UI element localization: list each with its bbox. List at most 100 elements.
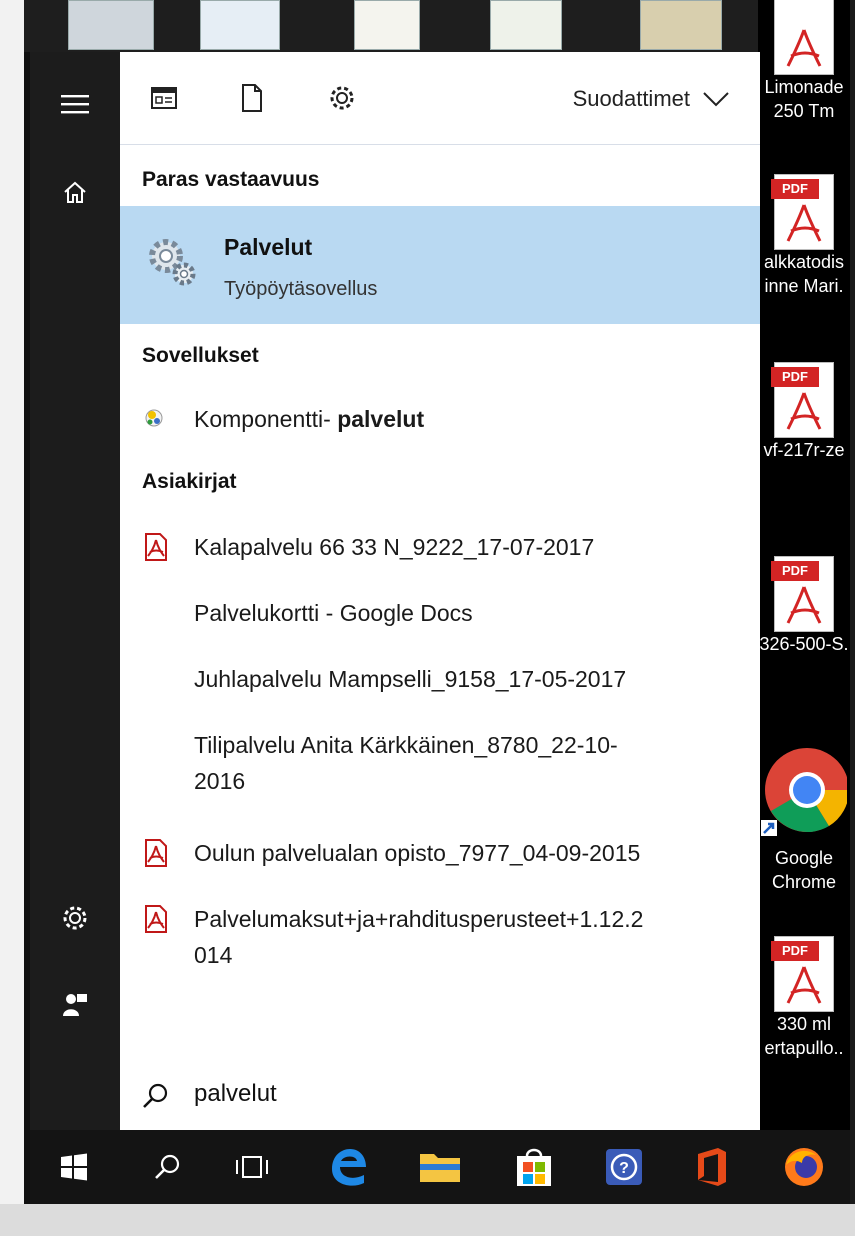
hamburger-icon <box>61 95 89 114</box>
pdf-file-icon: PDF <box>771 556 834 632</box>
desktop-thumbnail[interactable] <box>68 0 154 50</box>
start-button[interactable] <box>48 1142 100 1192</box>
document-title: Palvelumaksut+ja+rahditusperusteet+1.12.… <box>194 906 644 932</box>
store-icon <box>517 1148 551 1186</box>
document-title-continued: 014 <box>194 942 233 968</box>
search-box[interactable]: palvelut <box>120 1058 760 1130</box>
best-match-heading: Paras vastaavuus <box>142 168 320 191</box>
help-taskbar-button[interactable]: ? <box>598 1142 650 1192</box>
svg-text:?: ? <box>619 1160 629 1177</box>
task-view-button[interactable] <box>226 1142 278 1192</box>
app-result-label: Komponentti- palvelut <box>194 402 744 436</box>
edge-icon <box>332 1149 366 1186</box>
file-explorer-taskbar-button[interactable] <box>414 1142 466 1192</box>
search-input[interactable]: palvelut <box>194 1080 277 1108</box>
document-result-item[interactable]: Oulun palvelualan opisto_7977_04-09-2015 <box>120 832 760 876</box>
gear-icon <box>330 86 354 110</box>
best-match-title: Palvelut <box>224 234 313 260</box>
window-frame-right <box>850 0 855 1236</box>
search-taskbar-button[interactable] <box>142 1142 194 1192</box>
filters-dropdown[interactable]: Suodattimet <box>573 86 730 112</box>
acrobat-icon <box>786 392 822 430</box>
services-gears-icon <box>149 239 196 286</box>
home-icon <box>64 181 86 203</box>
gear-icon <box>63 906 87 930</box>
desktop-icon-label: inne Mari. <box>764 276 844 296</box>
filters-label: Suodattimet <box>572 86 690 111</box>
pdf-file-icon: PDF <box>771 936 834 1012</box>
apps-heading: Sovellukset <box>142 344 259 367</box>
documents-filter-button[interactable] <box>232 78 272 118</box>
desktop-thumbnail[interactable] <box>640 0 722 50</box>
desktop-icon-pdf[interactable]: PDF vf-217r-ze <box>758 362 850 462</box>
task-view-icon <box>236 1156 268 1178</box>
desktop-thumbnail[interactable] <box>490 0 562 50</box>
desktop-icon-pdf[interactable]: PDF alkkatodis inne Mari. <box>758 174 850 298</box>
pdf-tag: PDF <box>771 179 819 199</box>
desktop-thumbnail[interactable] <box>354 0 420 50</box>
taskbar: ? <box>30 1130 850 1204</box>
desktop-icon-label: Google <box>774 848 834 868</box>
acrobat-icon <box>786 29 822 67</box>
pdf-icon <box>145 533 167 561</box>
windows-logo-icon <box>61 1153 87 1181</box>
store-taskbar-button[interactable] <box>508 1142 560 1192</box>
settings-button[interactable] <box>30 888 120 948</box>
app-result-item[interactable]: Komponentti- palvelut <box>120 398 760 442</box>
firefox-icon <box>785 1148 823 1186</box>
desktop-icon-label: 326-500-S. <box>759 634 849 654</box>
desktop-icon-label: 330 ml <box>776 1014 832 1034</box>
search-icon <box>143 1083 168 1108</box>
best-match-subtitle: Työpöytäsovellus <box>224 278 378 300</box>
window-frame-left <box>0 0 24 1236</box>
pdf-tag: PDF <box>771 367 819 387</box>
document-title: Juhlapalvelu Mampselli_9158_17-05-2017 <box>194 666 627 692</box>
document-title: Oulun palvelualan opisto_7977_04-09-2015 <box>194 840 641 866</box>
desktop-icon-chrome[interactable]: Google Chrome <box>758 744 850 894</box>
chevron-down-icon <box>703 92 729 107</box>
desktop-icon-pdf[interactable]: PDF 326-500-S. <box>758 556 850 656</box>
document-result-item[interactable]: Palvelukortti - Google Docs <box>120 592 760 636</box>
hamburger-menu-button[interactable] <box>30 74 120 134</box>
desktop-background-top <box>24 0 760 52</box>
document-title-continued: 2016 <box>194 768 246 794</box>
outer-taskbar-strip <box>0 1204 855 1236</box>
desktop-icon-label: Limonade <box>764 77 844 97</box>
document-title: Kalapalvelu 66 33 N_9222_17-07-2017 <box>194 534 595 560</box>
acrobat-icon <box>786 586 822 624</box>
office-taskbar-button[interactable] <box>686 1142 738 1192</box>
help-icon: ? <box>606 1149 642 1185</box>
search-toolbar: Suodattimet <box>120 52 760 145</box>
pdf-tag: PDF <box>771 941 819 961</box>
desktop-icon-label: vf-217r-ze <box>763 440 845 460</box>
firefox-taskbar-button[interactable] <box>778 1142 830 1192</box>
app-result-match: palvelut <box>337 406 425 432</box>
folder-icon <box>420 1154 460 1182</box>
document-result-item[interactable]: Juhlapalvelu Mampselli_9158_17-05-2017 <box>120 658 760 702</box>
document-icon <box>242 84 262 112</box>
chrome-icon <box>761 748 850 836</box>
pdf-file-icon: PDF <box>771 174 834 250</box>
edge-taskbar-button[interactable] <box>322 1142 374 1192</box>
pdf-tag: PDF <box>771 561 819 581</box>
app-result-prefix: Komponentti- <box>194 406 331 432</box>
pdf-icon <box>145 905 167 933</box>
desktop-thumbnail[interactable] <box>200 0 280 50</box>
document-title: Tilipalvelu Anita Kärkkäinen_8780_22-10- <box>194 732 618 758</box>
acrobat-icon <box>786 204 822 242</box>
settings-filter-button[interactable] <box>322 78 362 118</box>
document-title: Palvelukortti - Google Docs <box>194 600 473 626</box>
document-result-item[interactable]: Tilipalvelu Anita Kärkkäinen_8780_22-10-… <box>120 724 760 804</box>
desktop-icon-pdf[interactable]: Limonade 250 Tm <box>758 0 850 123</box>
home-button[interactable] <box>30 162 120 222</box>
desktop-icon-pdf[interactable]: PDF 330 ml ertapullo.. <box>758 936 850 1060</box>
user-icon <box>63 994 87 1016</box>
document-result-item[interactable]: Palvelumaksut+ja+rahditusperusteet+1.12.… <box>120 898 760 978</box>
document-result-item[interactable]: Kalapalvelu 66 33 N_9222_17-07-2017 <box>120 526 760 570</box>
apps-filter-button[interactable] <box>144 78 184 118</box>
user-account-button[interactable] <box>30 974 120 1034</box>
search-results-panel: Suodattimet Paras vastaavuus Palvelut Ty… <box>120 52 760 1130</box>
documents-heading: Asiakirjat <box>142 470 237 493</box>
component-services-icon <box>145 409 163 427</box>
best-match-result[interactable]: Palvelut Työpöytäsovellus <box>120 206 760 324</box>
